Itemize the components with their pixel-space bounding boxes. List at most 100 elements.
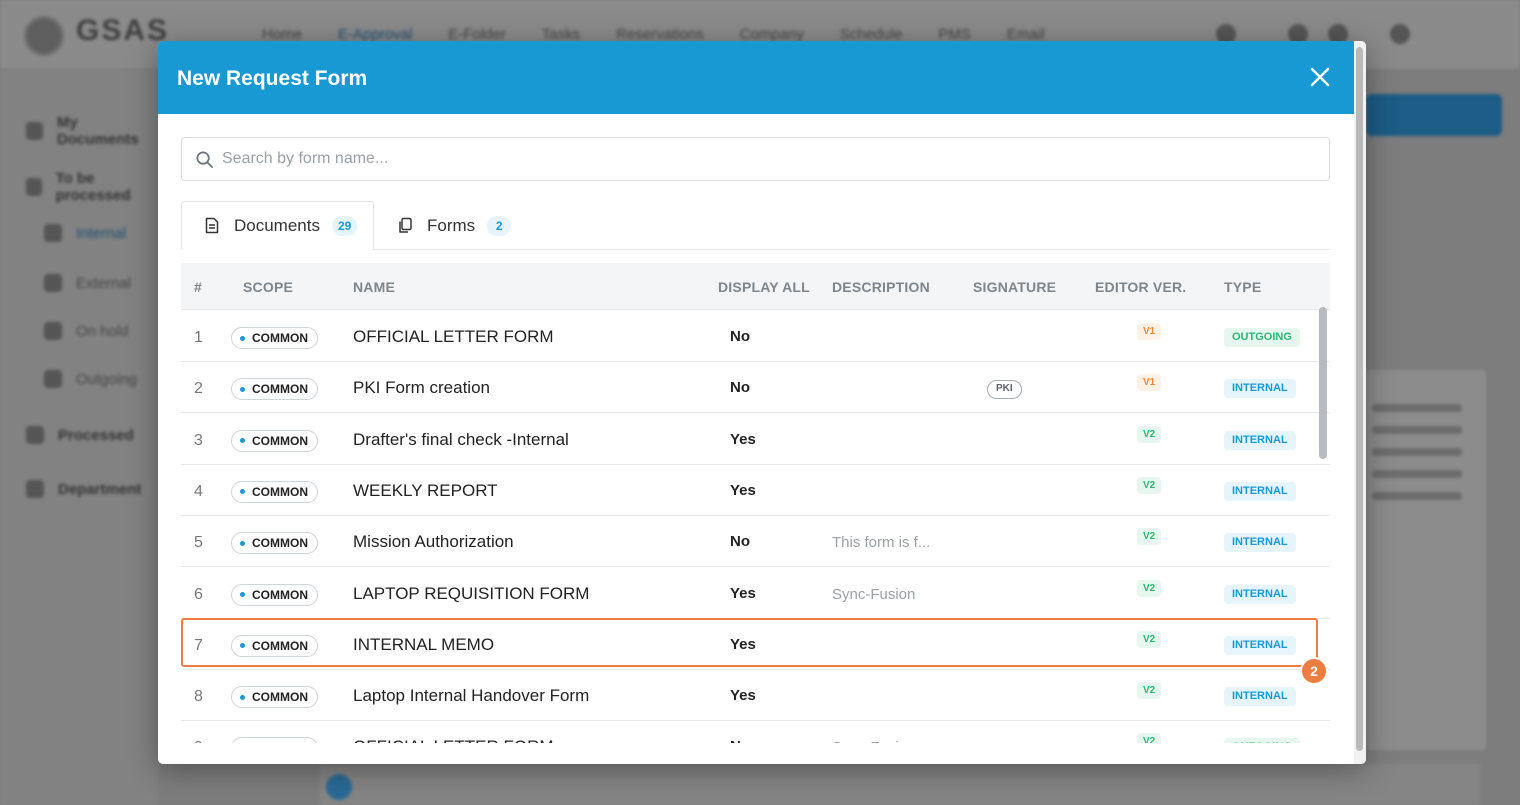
background-sidebar-item: External bbox=[44, 274, 131, 292]
background-sidebar-item: Processed bbox=[26, 426, 134, 444]
type-badge: INTERNAL bbox=[1224, 430, 1296, 450]
table-row[interactable]: 8 COMMON Laptop Internal Handover Form Yes V… bbox=[181, 670, 1330, 722]
scope-label: COMMON bbox=[252, 433, 308, 448]
display-all-value: Yes bbox=[730, 635, 756, 653]
modal-title: New Request Form bbox=[177, 67, 368, 90]
search-input[interactable] bbox=[222, 138, 1312, 180]
scope-label: COMMON bbox=[252, 690, 308, 705]
background-sidebar-item: To be processed bbox=[26, 170, 158, 204]
display-all-value: No bbox=[730, 379, 750, 397]
editor-version-badge: V2 bbox=[1137, 476, 1162, 494]
display-all-value: Yes bbox=[730, 584, 756, 602]
form-name: PKI Form creation bbox=[353, 378, 490, 398]
scope-badge: COMMON bbox=[231, 378, 318, 401]
scope-badge: COMMON bbox=[231, 429, 318, 452]
scope-dot-icon bbox=[240, 540, 245, 546]
scope-badge: COMMON bbox=[231, 686, 318, 709]
tab-bar: Documents 29 Forms 2 bbox=[181, 201, 1330, 250]
editor-version-badge: V1 bbox=[1137, 323, 1162, 340]
display-all-value: Yes bbox=[730, 687, 756, 705]
close-button[interactable] bbox=[1306, 63, 1334, 91]
tab-forms-count: 2 bbox=[487, 215, 512, 236]
search-box[interactable] bbox=[181, 137, 1330, 181]
background-sidebar-item: On hold bbox=[44, 322, 129, 340]
tab-documents[interactable]: Documents 29 bbox=[181, 201, 374, 250]
table-row[interactable]: 4 COMMON WEEKLY REPORT Yes V2 INTERNAL bbox=[181, 464, 1330, 516]
form-name: LAPTOP REQUISITION FORM bbox=[353, 583, 590, 603]
table-header: # SCOPE NAME DISPLAY ALL DESCRIPTION SIG… bbox=[181, 263, 1330, 310]
row-number: 7 bbox=[194, 636, 203, 654]
column-header-editor-ver: EDITOR VER. bbox=[1095, 279, 1187, 295]
column-header-display-all: DISPLAY ALL bbox=[718, 279, 810, 295]
table-row[interactable]: 2 COMMON PKI Form creation No PKI V1 INTERNAL bbox=[181, 362, 1330, 414]
new-request-form-modal: New Request Form Documents 29 bbox=[158, 41, 1366, 764]
display-all-value: No bbox=[730, 533, 750, 551]
scope-label: COMMON bbox=[252, 587, 308, 602]
background-pagination bbox=[320, 764, 1480, 805]
scope-label: COMMON bbox=[252, 484, 308, 499]
editor-version-badge: V2 bbox=[1137, 528, 1162, 546]
description-value: Sync-Fusion bbox=[832, 739, 915, 743]
form-name: Drafter's final check -Internal bbox=[353, 429, 569, 449]
column-header-number: # bbox=[194, 279, 202, 295]
form-name: OFFICIAL LETTER FORM bbox=[353, 737, 554, 743]
background-sidebar-item: Internal bbox=[44, 224, 126, 242]
search-icon bbox=[196, 151, 213, 168]
form-name: Laptop Internal Handover Form bbox=[353, 686, 590, 706]
type-badge: INTERNAL bbox=[1224, 481, 1296, 501]
background-sidebar-item: Outgoing bbox=[44, 370, 137, 388]
scope-badge: COMMON bbox=[231, 634, 318, 657]
scope-label: COMMON bbox=[252, 331, 308, 345]
form-name: OFFICIAL LETTER FORM bbox=[353, 327, 554, 346]
type-badge: INTERNAL bbox=[1224, 379, 1296, 399]
signature-badge: PKI bbox=[987, 380, 1022, 400]
description-value: Sync-Fusion bbox=[832, 585, 916, 603]
table-row[interactable]: 5 COMMON Mission Authorization No This form … bbox=[181, 516, 1330, 568]
tab-documents-count: 29 bbox=[331, 215, 358, 236]
table-row[interactable]: 7 COMMON INTERNAL MEMO Yes V2 INTERNAL bbox=[181, 618, 1330, 670]
table-row[interactable]: 3 COMMON Drafter's final check -Internal Ye… bbox=[181, 413, 1330, 465]
form-name: Mission Authorization bbox=[353, 532, 514, 552]
column-header-name: NAME bbox=[353, 279, 396, 295]
background-chat-icon bbox=[1390, 24, 1410, 44]
row-number: 6 bbox=[194, 585, 203, 603]
display-all-value: Yes bbox=[730, 430, 756, 448]
background-detail-lines bbox=[1372, 404, 1462, 500]
scope-dot-icon bbox=[240, 335, 245, 341]
editor-version-badge: V2 bbox=[1137, 682, 1162, 700]
scope-dot-icon bbox=[240, 489, 245, 495]
scope-badge: COMMON bbox=[231, 737, 318, 743]
type-badge: INTERNAL bbox=[1224, 687, 1296, 707]
row-number: 2 bbox=[194, 380, 203, 398]
column-header-scope: SCOPE bbox=[243, 279, 294, 295]
table-scrollbar-thumb[interactable] bbox=[1319, 307, 1327, 459]
type-badge: INTERNAL bbox=[1224, 635, 1296, 655]
type-badge: INTERNAL bbox=[1224, 584, 1296, 604]
scope-dot-icon bbox=[240, 438, 245, 444]
scope-badge: COMMON bbox=[231, 583, 318, 606]
table-row[interactable]: 6 COMMON LAPTOP REQUISITION FORM Yes Sync-Fu… bbox=[181, 567, 1330, 619]
type-badge: INTERNAL bbox=[1224, 533, 1296, 553]
table-row[interactable]: 1 COMMON OFFICIAL LETTER FORM No V1 OUTGOING bbox=[181, 311, 1330, 362]
background-logo-text: GSAS bbox=[76, 14, 170, 47]
table-row[interactable]: 9 COMMON OFFICIAL LETTER FORM No Sync-Fusion… bbox=[181, 721, 1330, 743]
tab-forms[interactable]: Forms 2 bbox=[395, 201, 512, 250]
description-value: This form is f... bbox=[832, 534, 931, 552]
document-icon bbox=[205, 217, 219, 234]
background-logo-icon bbox=[24, 16, 64, 56]
row-number: 5 bbox=[194, 534, 203, 552]
modal-header: New Request Form bbox=[158, 41, 1354, 114]
column-header-type: TYPE bbox=[1224, 279, 1262, 295]
tab-documents-label: Documents bbox=[234, 215, 320, 235]
scope-badge: COMMON bbox=[231, 480, 318, 503]
modal-scrollbar[interactable] bbox=[1354, 41, 1366, 764]
display-all-value: No bbox=[730, 328, 750, 345]
editor-version-badge: V2 bbox=[1137, 630, 1162, 648]
copy-icon bbox=[399, 217, 412, 233]
editor-version-badge: V2 bbox=[1137, 579, 1162, 597]
scope-badge: COMMON bbox=[231, 532, 318, 555]
scope-dot-icon bbox=[240, 694, 245, 700]
modal-scrollbar-thumb[interactable] bbox=[1356, 47, 1363, 751]
form-name: INTERNAL MEMO bbox=[353, 634, 495, 654]
scope-dot-icon bbox=[240, 592, 245, 597]
